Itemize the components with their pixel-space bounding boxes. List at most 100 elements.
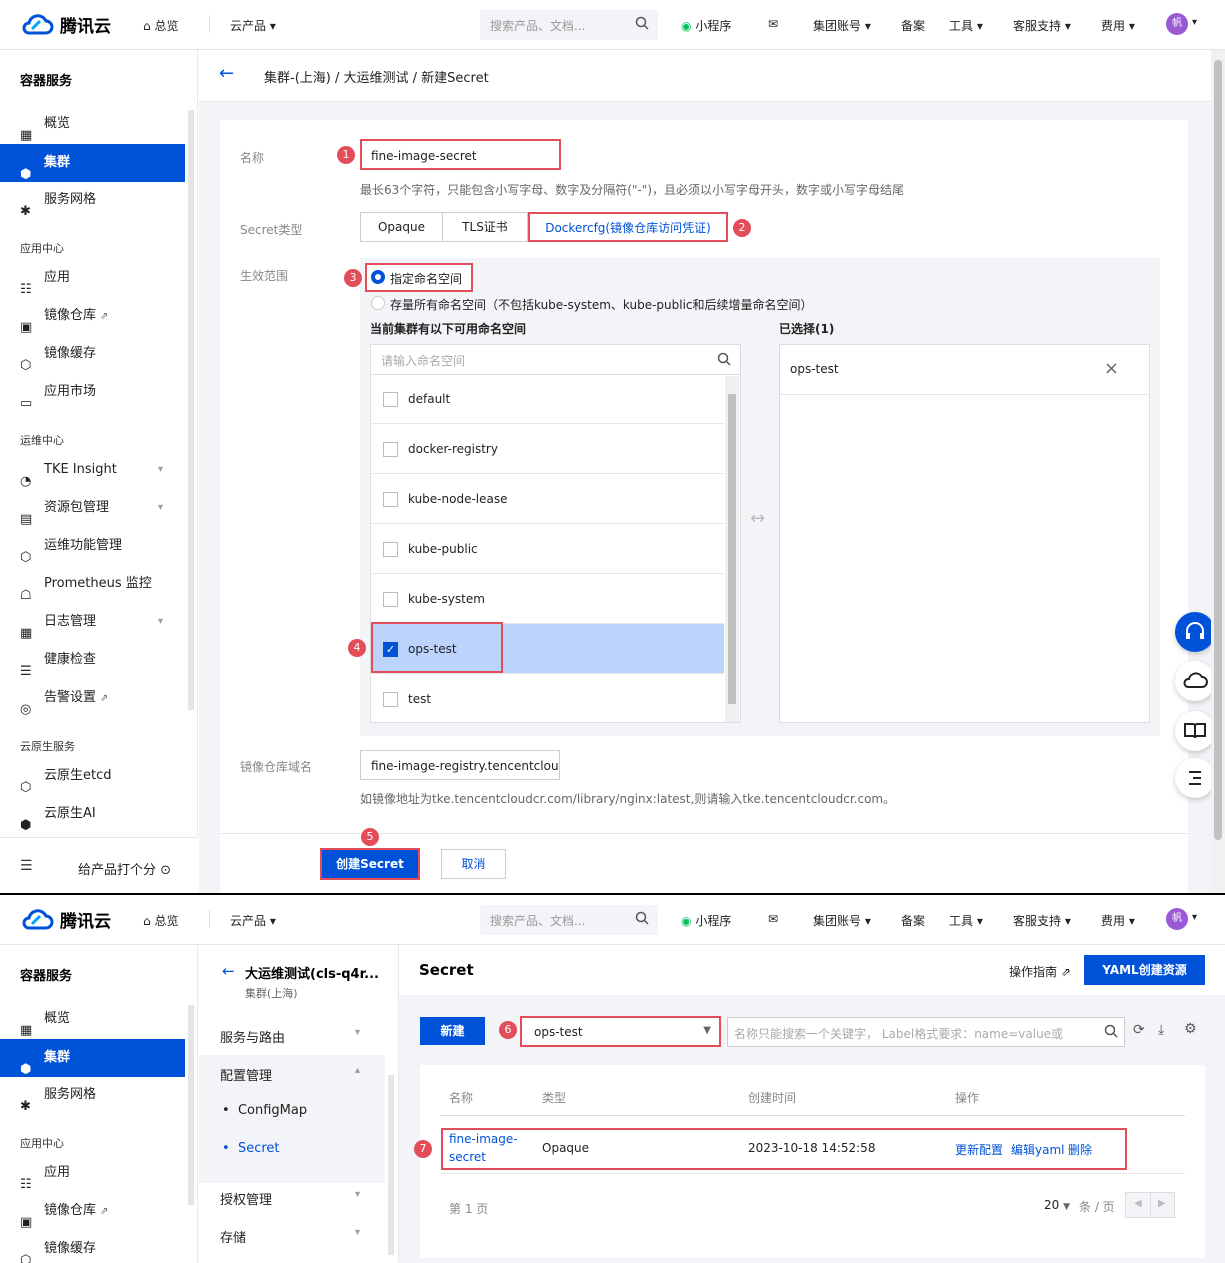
tools-menu[interactable]: 工具 ▾ [949, 17, 983, 34]
prev-page-icon[interactable]: ◀ [1134, 1198, 1142, 1209]
namespace-select[interactable]: ops-test ▼ [520, 1016, 721, 1047]
namespace-item-docker-registry[interactable]: docker-registry [372, 424, 724, 474]
sidebar-item-cluster[interactable]: ⬢ 集群 [0, 1039, 185, 1077]
type-opaque-tab[interactable]: Opaque [360, 212, 443, 242]
overview-link[interactable]: ⌂ 总览 [143, 912, 178, 929]
group-account-menu[interactable]: 集团账号 ▾ [813, 17, 871, 34]
back-arrow-icon[interactable]: ← [219, 63, 234, 84]
scope-all-label[interactable]: 存量所有命名空间（不包括kube-system、kube-public和后续增量… [390, 296, 813, 313]
subnav-service-routing[interactable]: 服务与路由 [220, 1027, 285, 1046]
page-size-select[interactable]: 20 ▼ [1044, 1198, 1070, 1212]
sidebar-item-mesh[interactable]: ✱ 服务网格 [0, 181, 185, 219]
tencent-cloud-logo[interactable]: 腾讯云 [20, 12, 111, 37]
overview-link[interactable]: ⌂ 总览 [143, 17, 178, 34]
secret-name-link[interactable]: fine-image-secret [449, 1132, 518, 1168]
secret-search-input[interactable]: 名称只能搜索一个关键字， Label格式要求：name=value或 [727, 1017, 1125, 1047]
global-search-input[interactable]: 搜索产品、文档... [480, 905, 658, 935]
sidebar-item-ops-features[interactable]: ⬡ 运维功能管理 [0, 527, 185, 565]
new-secret-button[interactable]: 新建 [420, 1017, 485, 1045]
subnav-authorization[interactable]: 授权管理 [220, 1189, 272, 1208]
tencent-cloud-logo[interactable]: 腾讯云 [20, 907, 111, 932]
cancel-button[interactable]: 取消 [441, 849, 506, 879]
sidebar-item-cluster[interactable]: ⬢ 集群 [0, 144, 185, 182]
sidebar-item-logs[interactable]: ▦ 日志管理 ▾ [0, 603, 185, 641]
sidebar-item-market[interactable]: ▭ 应用市场 [0, 373, 185, 411]
sidebar-item-image-cache[interactable]: ⬡ 镜像缓存 [0, 1230, 185, 1263]
sidebar-item-etcd[interactable]: ⬡ 云原生etcd [0, 757, 185, 795]
namespace-item-test[interactable]: test [372, 674, 724, 724]
sidebar-item-overview[interactable]: ▦ 概览 [0, 1000, 185, 1038]
namespace-item-kube-public[interactable]: kube-public [372, 524, 724, 574]
close-icon[interactable]: × [1104, 358, 1119, 379]
sidebar-item-alarm[interactable]: ◎ 告警设置 ⇗ [0, 679, 185, 717]
avatar[interactable]: 帆 [1166, 13, 1188, 35]
scope-specific-radio[interactable] [371, 270, 385, 284]
breadcrumb-path[interactable]: 集群-(上海) / 大运维测试 / 新建Secret [264, 67, 489, 86]
beian-link[interactable]: 备案 [901, 912, 925, 929]
page-scrollbar[interactable] [1211, 50, 1225, 893]
refresh-icon[interactable]: ⟳ [1133, 1022, 1145, 1038]
scope-specific-label[interactable]: 指定命名空间 [390, 270, 462, 287]
download-icon[interactable]: ⤓ [1158, 1022, 1164, 1038]
sidebar-item-health[interactable]: ☰ 健康检查 [0, 641, 185, 679]
back-arrow-icon[interactable]: ← [222, 962, 235, 980]
products-menu[interactable]: 云产品 ▾ [230, 912, 276, 929]
billing-menu[interactable]: 费用 ▾ [1101, 912, 1135, 929]
products-menu[interactable]: 云产品 ▾ [230, 17, 276, 34]
scroll-thumb[interactable] [728, 394, 736, 704]
update-config-link[interactable]: 更新配置 [955, 1141, 1003, 1158]
namespace-item-default[interactable]: default [372, 374, 724, 424]
sidebar-item-prometheus[interactable]: ☖ Prometheus 监控 [0, 565, 185, 603]
sidebar-item-ai[interactable]: ⬢ 云原生AI [0, 795, 185, 833]
global-search-input[interactable]: 搜索产品、文档... [480, 10, 658, 40]
sidebar-item-app[interactable]: ☷ 应用 [0, 1154, 185, 1192]
subnav-scrollbar[interactable] [388, 1075, 394, 1255]
feedback-link[interactable]: 给产品打个分 ⊙ [78, 859, 171, 878]
delete-link[interactable]: 删除 [1068, 1141, 1092, 1158]
namespace-scrollbar[interactable] [725, 376, 739, 722]
support-menu[interactable]: 客服支持 ▾ [1013, 17, 1071, 34]
next-page-icon[interactable]: ▶ [1158, 1198, 1166, 1209]
subnav-secret[interactable]: • Secret [222, 1141, 280, 1156]
sidebar-item-resource-pack[interactable]: ▤ 资源包管理 ▾ [0, 489, 185, 527]
subnav-configmap[interactable]: • ConfigMap [222, 1103, 307, 1118]
chevron-down-icon[interactable]: ▾ [1192, 912, 1197, 923]
support-menu[interactable]: 客服支持 ▾ [1013, 912, 1071, 929]
create-secret-button[interactable]: 创建Secret [320, 848, 420, 880]
namespace-item-kube-node-lease[interactable]: kube-node-lease [372, 474, 724, 524]
collapse-menu-icon[interactable]: ☰ [20, 858, 33, 874]
scroll-thumb[interactable] [1214, 60, 1222, 840]
type-dockercfg-tab[interactable]: Dockercfg(镜像仓库访问凭证) [528, 212, 728, 242]
sidebar-item-overview[interactable]: ▦ 概览 [0, 105, 185, 143]
mail-icon[interactable]: ✉ [768, 17, 778, 31]
gear-icon[interactable]: ⚙ [1184, 1021, 1197, 1037]
cloud-fab[interactable] [1175, 661, 1215, 701]
sidebar-item-app[interactable]: ☷ 应用 [0, 259, 185, 297]
support-fab[interactable] [1175, 612, 1215, 652]
sidebar-item-registry[interactable]: ▣ 镜像仓库 ⇗ [0, 297, 185, 335]
mail-icon[interactable]: ✉ [768, 912, 778, 926]
sidebar-item-tke-insight[interactable]: ◔ TKE Insight ▾ [0, 451, 185, 489]
chevron-down-icon[interactable]: ▾ [1192, 17, 1197, 28]
sidebar-item-mesh[interactable]: ✱ 服务网格 [0, 1076, 185, 1114]
miniprogram-link[interactable]: ◉ 小程序 [681, 912, 731, 929]
registry-input[interactable]: fine-image-registry.tencentcloudc [360, 750, 560, 780]
sidebar-scrollbar[interactable] [188, 1005, 194, 1205]
tools-menu[interactable]: 工具 ▾ [949, 912, 983, 929]
beian-link[interactable]: 备案 [901, 17, 925, 34]
namespace-item-kube-system[interactable]: kube-system [372, 574, 724, 624]
sidebar-scrollbar[interactable] [188, 110, 194, 710]
guide-link[interactable]: 操作指南 ⇗ [1009, 963, 1071, 980]
avatar[interactable]: 帆 [1166, 908, 1188, 930]
edit-yaml-link[interactable]: 编辑yaml [1011, 1141, 1064, 1158]
type-tls-tab[interactable]: TLS证书 [442, 212, 528, 242]
subnav-config-management[interactable]: 配置管理 [220, 1065, 272, 1084]
yaml-create-button[interactable]: YAML创建资源 [1084, 955, 1205, 985]
miniprogram-link[interactable]: ◉ 小程序 [681, 17, 731, 34]
group-account-menu[interactable]: 集团账号 ▾ [813, 912, 871, 929]
namespace-search-input[interactable]: 请输入命名空间 [371, 345, 740, 375]
scope-all-radio[interactable] [371, 296, 385, 310]
sidebar-item-registry[interactable]: ▣ 镜像仓库 ⇗ [0, 1192, 185, 1230]
toc-fab[interactable] [1175, 758, 1215, 798]
billing-menu[interactable]: 费用 ▾ [1101, 17, 1135, 34]
